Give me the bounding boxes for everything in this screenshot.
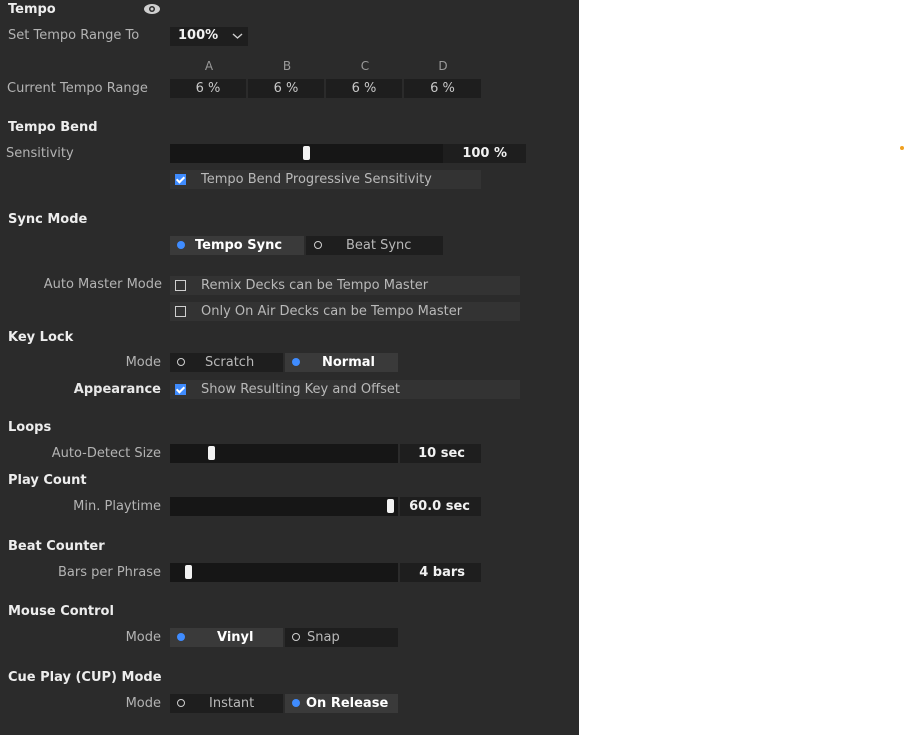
min-playtime-label: Min. Playtime	[73, 499, 161, 514]
on-release-label: On Release	[306, 696, 389, 711]
bars-per-phrase-thumb[interactable]	[185, 565, 192, 579]
show-key-label: Show Resulting Key and Offset	[201, 382, 400, 397]
radio-on-release[interactable]: On Release	[285, 694, 398, 713]
radio-vinyl[interactable]: Vinyl	[170, 628, 283, 647]
tempo-range-dropdown[interactable]: 100%	[170, 27, 248, 46]
deck-header-d: D	[438, 59, 448, 73]
current-tempo-range-label: Current Tempo Range	[7, 81, 148, 96]
mouse-control-mode-label: Mode	[125, 630, 161, 645]
vinyl-label: Vinyl	[217, 630, 254, 645]
deck-header-a: A	[204, 59, 214, 73]
deck-a-range[interactable]: 6 %	[170, 79, 246, 98]
show-key-checkbox[interactable]	[175, 384, 186, 395]
deck-b-range[interactable]: 6 %	[248, 79, 324, 98]
radio-icon	[177, 241, 185, 249]
normal-label: Normal	[322, 355, 375, 370]
sensitivity-slider-thumb[interactable]	[303, 146, 310, 160]
deck-c-range[interactable]: 6 %	[326, 79, 402, 98]
sensitivity-value: 100 %	[443, 144, 526, 163]
radio-snap[interactable]: Snap	[285, 628, 398, 647]
sensitivity-label: Sensitivity	[6, 146, 74, 161]
bars-per-phrase-slider[interactable]	[170, 563, 398, 582]
radio-icon	[292, 633, 300, 641]
instant-label: Instant	[209, 696, 255, 711]
bars-per-phrase-label: Bars per Phrase	[57, 565, 161, 580]
auto-detect-size-value: 10 sec	[400, 444, 481, 463]
radio-icon	[314, 241, 322, 249]
radio-icon	[292, 358, 300, 366]
auto-detect-size-thumb[interactable]	[208, 446, 215, 460]
key-lock-mode-label: Mode	[125, 355, 161, 370]
deck-header-b: B	[282, 59, 292, 73]
auto-detect-size-slider[interactable]	[170, 444, 398, 463]
appearance-label: Appearance	[73, 382, 161, 397]
radio-icon	[177, 358, 185, 366]
on-air-decks-checkbox[interactable]	[175, 306, 186, 317]
set-tempo-range-label: Set Tempo Range To	[8, 28, 140, 43]
min-playtime-slider[interactable]	[170, 497, 398, 516]
on-air-decks-option[interactable]: Only On Air Decks can be Tempo Master	[170, 302, 520, 321]
beat-sync-label: Beat Sync	[346, 238, 412, 253]
radio-icon	[292, 699, 300, 707]
cue-play-mode-label: Mode	[125, 696, 161, 711]
sensitivity-slider[interactable]	[170, 144, 443, 163]
bars-per-phrase-value: 4 bars	[400, 563, 481, 582]
chevron-down-icon	[232, 33, 243, 39]
section-title-play-count: Play Count	[8, 473, 87, 488]
eye-icon[interactable]	[143, 3, 161, 15]
remix-decks-option[interactable]: Remix Decks can be Tempo Master	[170, 276, 520, 295]
preferences-panel: Tempo Set Tempo Range To 100% A B C D Cu…	[0, 0, 579, 735]
progressive-label: Tempo Bend Progressive Sensitivity	[201, 172, 432, 187]
progressive-sensitivity-option[interactable]: Tempo Bend Progressive Sensitivity	[170, 170, 481, 189]
radio-scratch[interactable]: Scratch	[170, 353, 283, 372]
radio-instant[interactable]: Instant	[170, 694, 283, 713]
remix-decks-checkbox[interactable]	[175, 280, 186, 291]
radio-normal[interactable]: Normal	[285, 353, 398, 372]
tempo-range-value: 100%	[178, 28, 219, 43]
radio-icon	[177, 633, 185, 641]
radio-icon	[177, 699, 185, 707]
radio-tempo-sync[interactable]: Tempo Sync	[170, 236, 304, 255]
section-title-cue-play-mode: Cue Play (CUP) Mode	[8, 670, 162, 685]
progressive-checkbox[interactable]	[175, 174, 186, 185]
section-title-tempo-bend: Tempo Bend	[8, 120, 98, 135]
deck-d-range[interactable]: 6 %	[404, 79, 481, 98]
remix-decks-label: Remix Decks can be Tempo Master	[201, 278, 429, 293]
auto-master-mode-label: Auto Master Mode	[43, 277, 162, 292]
tempo-sync-label: Tempo Sync	[195, 238, 283, 253]
section-title-mouse-control: Mouse Control	[8, 604, 114, 619]
section-title-tempo: Tempo	[8, 2, 56, 17]
on-air-decks-label: Only On Air Decks can be Tempo Master	[201, 304, 463, 319]
snap-label: Snap	[307, 630, 340, 645]
deck-header-c: C	[360, 59, 370, 73]
auto-detect-size-label: Auto-Detect Size	[51, 446, 161, 461]
section-title-beat-counter: Beat Counter	[8, 539, 105, 554]
min-playtime-value: 60.0 sec	[400, 497, 481, 516]
radio-beat-sync[interactable]: Beat Sync	[306, 236, 443, 255]
show-key-option[interactable]: Show Resulting Key and Offset	[170, 380, 520, 399]
section-title-sync-mode: Sync Mode	[8, 212, 88, 227]
section-title-key-lock: Key Lock	[8, 330, 74, 345]
min-playtime-thumb[interactable]	[387, 499, 394, 513]
section-title-loops: Loops	[8, 420, 52, 435]
scratch-label: Scratch	[205, 355, 255, 370]
marker-dot	[900, 146, 904, 150]
